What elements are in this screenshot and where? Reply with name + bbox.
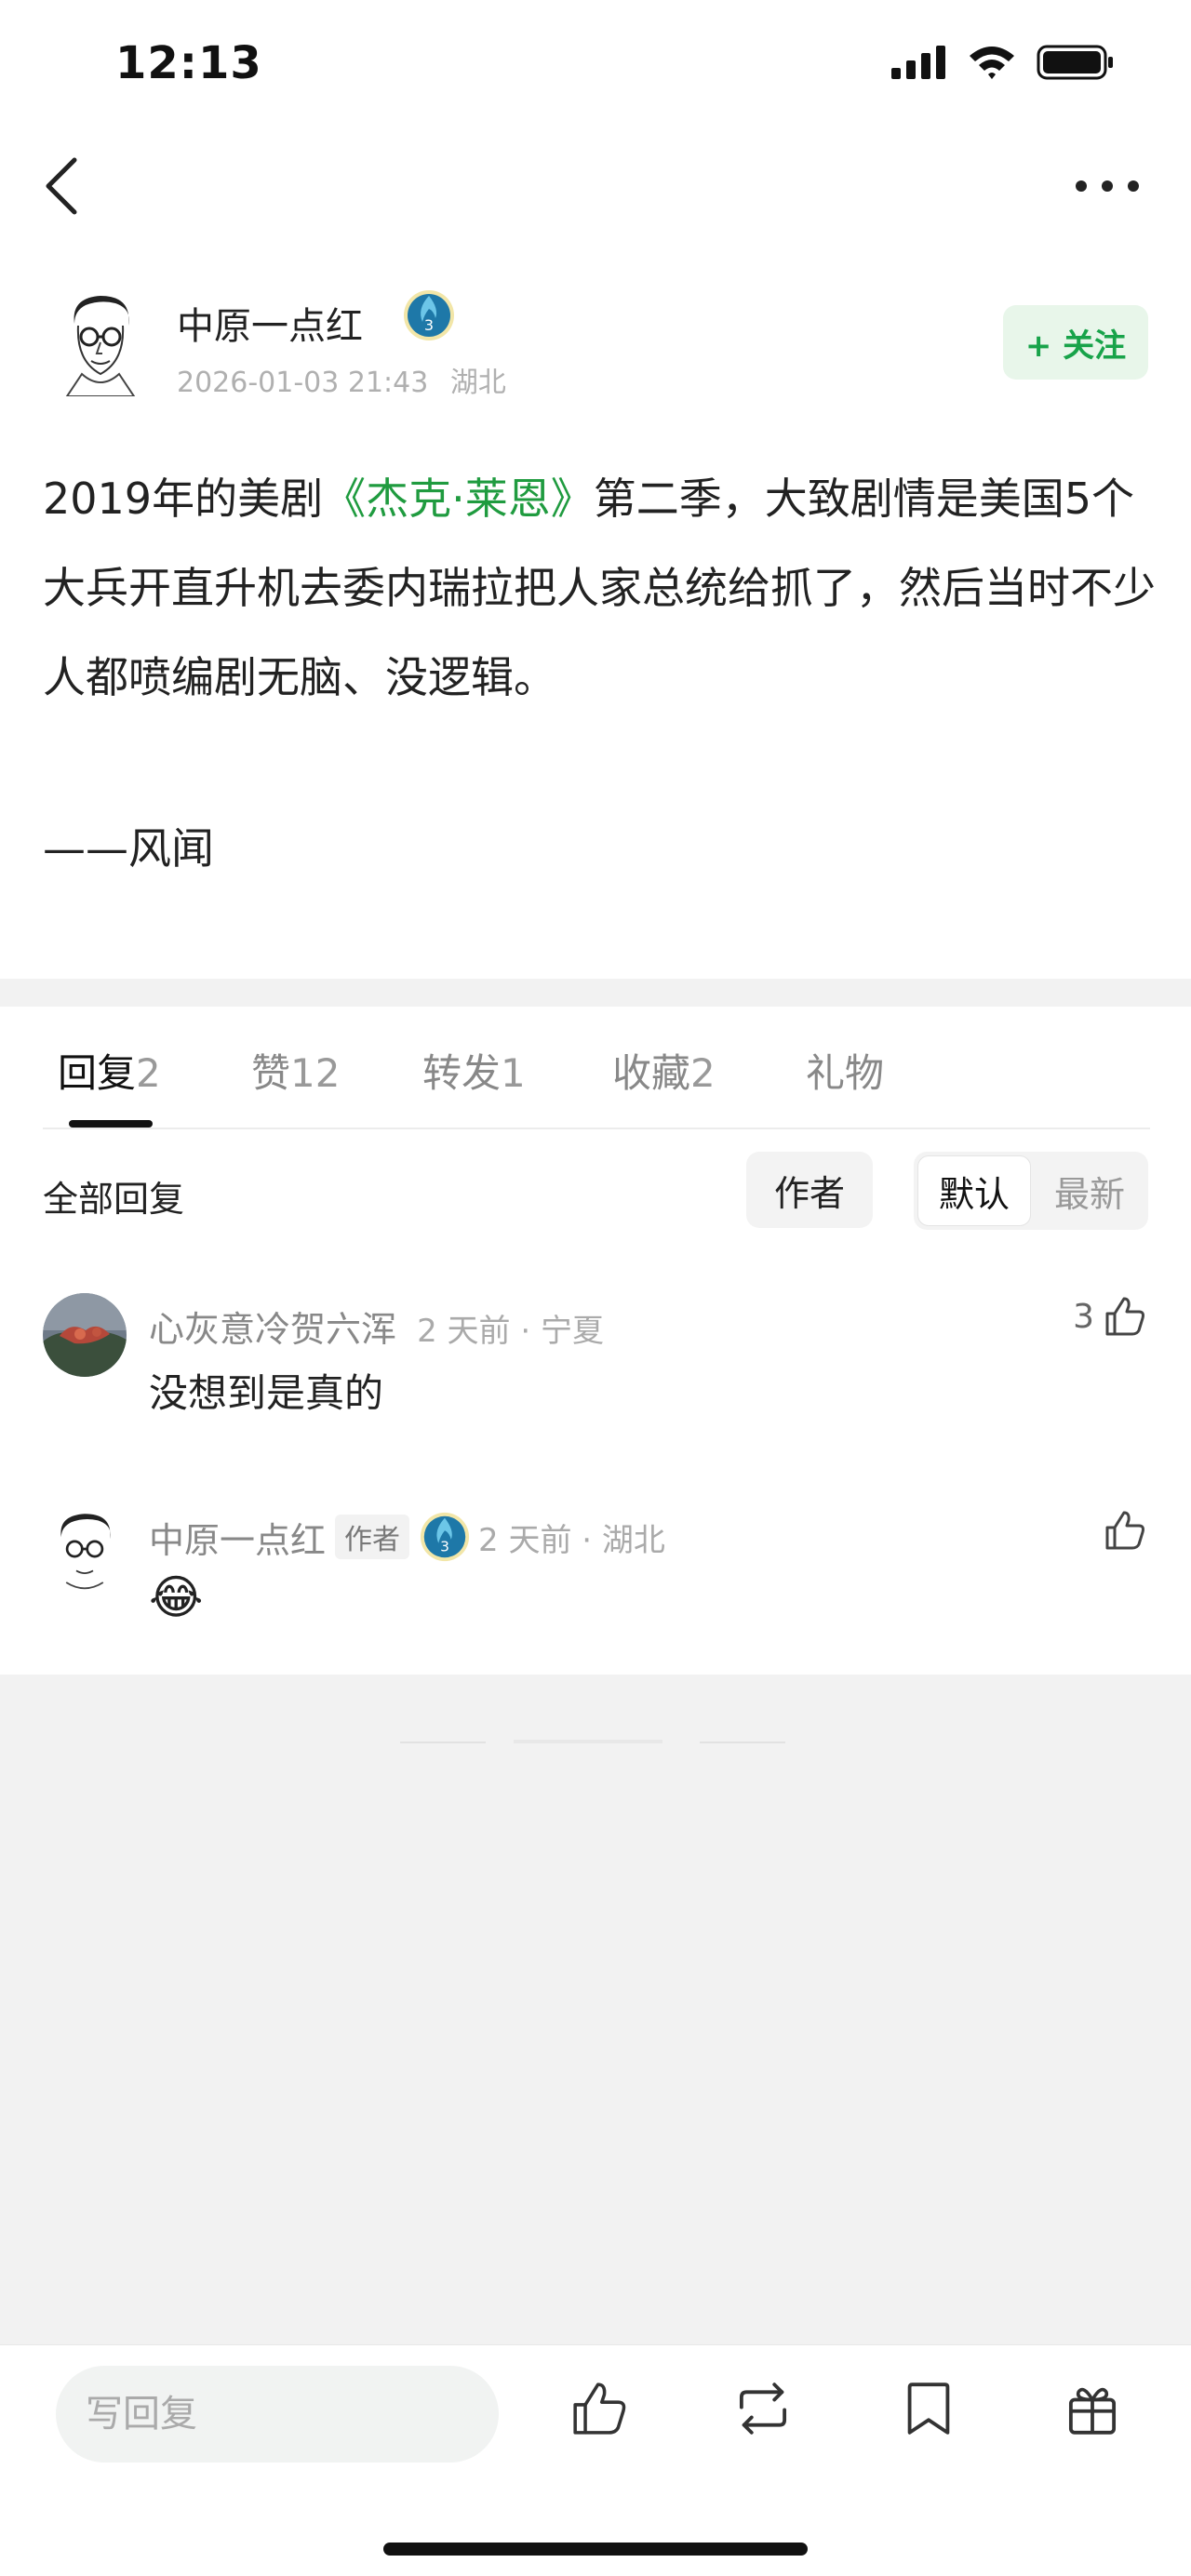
loading-indicator	[400, 1740, 785, 1743]
like-button[interactable]	[562, 2371, 636, 2446]
more-icon	[1076, 180, 1139, 192]
repost-icon	[739, 2382, 787, 2435]
comment-like-button[interactable]	[1102, 1507, 1148, 1554]
section-divider	[0, 979, 1191, 1007]
author-avatar[interactable]	[54, 288, 147, 396]
comment-like-count: 3	[1073, 1297, 1094, 1336]
more-button[interactable]	[1070, 167, 1144, 205]
sort-latest-button[interactable]: 最新	[1035, 1155, 1144, 1226]
tab-reposts[interactable]: 转发1	[422, 1042, 526, 1099]
sort-toggle: 默认 最新	[914, 1152, 1148, 1230]
post-body: 2019年的美剧《杰克·莱恩》第二季，大致剧情是美国5个大兵开直升机去委内瑞拉把…	[43, 454, 1159, 722]
interaction-tabs: 回复2 赞12 转发1 收藏2 礼物	[0, 1007, 1191, 1129]
level-badge-icon: 3	[420, 1512, 470, 1562]
landscape-avatar	[43, 1293, 127, 1377]
comment-meta: 2 天前 · 宁夏	[417, 1313, 604, 1350]
tab-label: 收藏	[612, 1050, 691, 1096]
active-tab-indicator	[69, 1120, 153, 1128]
author-name[interactable]: 中原一点红	[177, 296, 363, 350]
like-icon	[573, 2382, 626, 2435]
bookmark-button[interactable]	[891, 2371, 966, 2446]
comment-text: 没想到是真的	[149, 1370, 384, 1416]
author-header: 中原一点红 3 2026-01-03 21:43 湖北 + 关注	[0, 279, 1191, 409]
tab-label: 礼物	[806, 1050, 885, 1096]
tab-gifts[interactable]: 礼物	[806, 1042, 884, 1099]
author-tag: 作者	[335, 1515, 410, 1559]
sketch-portrait-avatar	[54, 288, 147, 396]
badge-level-text: 3	[440, 1538, 449, 1555]
tab-label: 赞	[251, 1050, 291, 1096]
reply-input[interactable]	[56, 2366, 499, 2463]
follow-button[interactable]: + 关注	[1003, 305, 1148, 380]
tab-count: 2	[136, 1050, 161, 1096]
gift-button[interactable]	[1055, 2371, 1130, 2446]
back-icon	[46, 157, 77, 215]
tab-label: 回复	[58, 1050, 137, 1096]
thumbs-up-icon	[1105, 1511, 1144, 1550]
repost-button[interactable]	[726, 2371, 800, 2446]
comment-like-button[interactable]: 3	[1073, 1293, 1148, 1340]
tab-count: 2	[690, 1050, 716, 1096]
post-meta: 2026-01-03 21:43 湖北	[177, 359, 506, 400]
comment-item: 中原一点红 作者 3 2 天前 · 湖北 😂	[0, 1503, 1191, 1689]
tab-count: 12	[290, 1050, 341, 1096]
reply-filter-row: 全部回复 作者 默认 最新	[0, 1148, 1191, 1232]
post-date: 2026-01-03 21:43	[177, 367, 429, 399]
status-bar: 12:13	[0, 0, 1191, 140]
bottom-action-bar	[0, 2344, 1191, 2576]
commenter-avatar[interactable]	[43, 1293, 127, 1377]
tab-count: 1	[501, 1050, 526, 1096]
tab-favorites[interactable]: 收藏2	[612, 1042, 716, 1099]
post-location: 湖北	[449, 367, 506, 399]
sort-default-button[interactable]: 默认	[917, 1155, 1031, 1226]
commenter-name-row: 中原一点红 作者 3 2 天前 · 湖北	[149, 1511, 665, 1563]
sketch-portrait-avatar	[43, 1507, 127, 1591]
comment-text: 😂	[149, 1570, 204, 1624]
comment-meta: 2 天前 · 湖北	[478, 1521, 665, 1559]
wifi-icon	[970, 47, 1014, 79]
nav-bar	[0, 140, 1191, 233]
status-icons	[891, 45, 1115, 80]
commenter-name[interactable]: 心灰意冷贺六浑	[149, 1309, 396, 1350]
tab-replies[interactable]: 回复2	[58, 1042, 161, 1099]
tab-likes[interactable]: 赞12	[251, 1042, 340, 1099]
all-replies-label: 全部回复	[43, 1179, 185, 1220]
battery-icon	[1037, 45, 1113, 80]
post-text-prefix: 2019年的美剧	[43, 474, 324, 524]
signal-icon	[891, 46, 945, 79]
tab-label: 转发	[422, 1050, 502, 1096]
thumbs-up-icon	[1105, 1297, 1144, 1336]
post-source: ——风闻	[43, 823, 214, 874]
book-title-link[interactable]: 《杰克·莱恩》	[323, 474, 594, 524]
comment-item: 心灰意冷贺六浑 2 天前 · 宁夏 没想到是真的 3	[0, 1293, 1191, 1479]
commenter-avatar[interactable]	[43, 1507, 127, 1591]
level-badge-icon: 3	[402, 288, 456, 342]
empty-gray-area	[0, 1675, 1191, 2344]
author-only-filter[interactable]: 作者	[746, 1152, 873, 1228]
gift-icon	[1068, 2387, 1117, 2435]
badge-level-text: 3	[424, 316, 434, 334]
commenter-name-row: 心灰意冷贺六浑 2 天前 · 宁夏	[149, 1301, 604, 1352]
home-indicator	[383, 2543, 808, 2556]
status-time: 12:13	[115, 37, 262, 89]
back-button[interactable]	[37, 151, 93, 221]
commenter-name[interactable]: 中原一点红	[149, 1512, 326, 1563]
tabs-divider	[43, 1128, 1150, 1129]
bookmark-icon	[907, 2382, 950, 2435]
